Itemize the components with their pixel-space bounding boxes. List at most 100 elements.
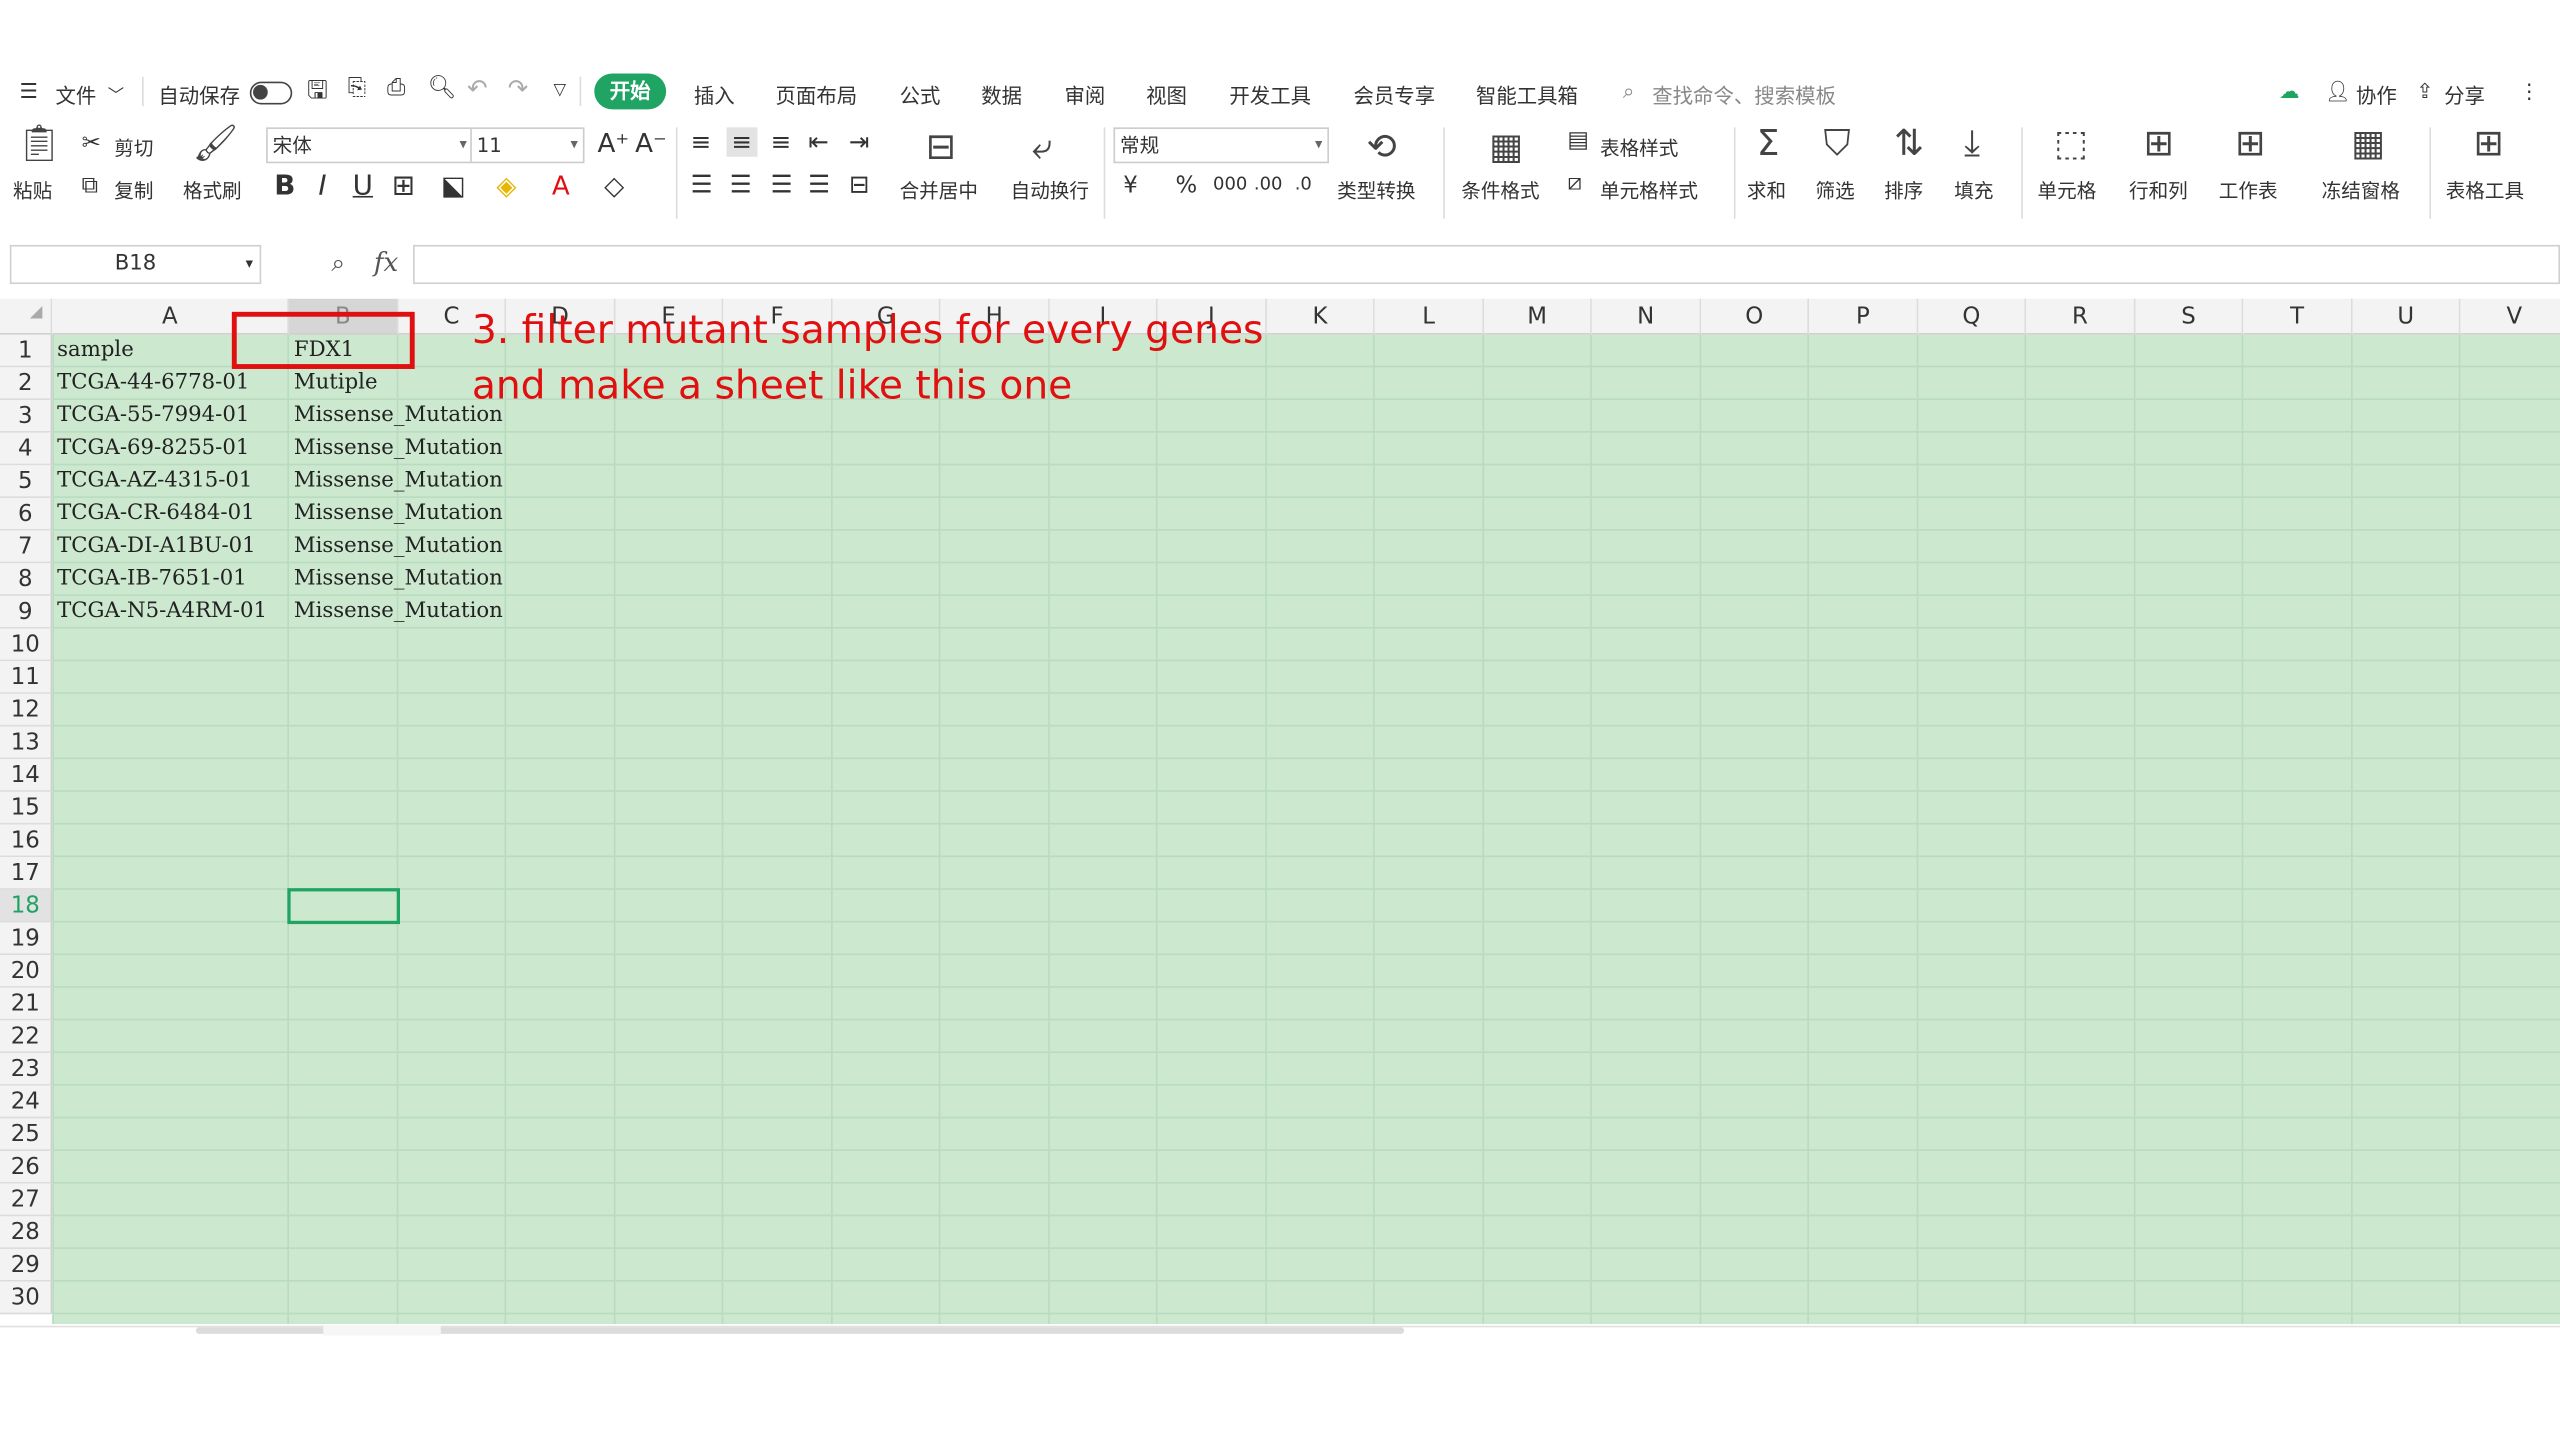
format-painter-icon[interactable]: 🖌︎ xyxy=(193,124,239,165)
row-header[interactable]: 1 xyxy=(0,334,53,368)
select-all-corner[interactable]: ◢ xyxy=(0,298,53,335)
table-style-button[interactable]: 表格样式 xyxy=(1600,134,1678,162)
row-header[interactable]: 8 xyxy=(0,563,53,596)
conditional-format-icon[interactable]: ▦ xyxy=(1489,127,1523,168)
convert-icon[interactable]: ⟲ xyxy=(1367,127,1397,168)
tab-home[interactable]: 开始 xyxy=(594,73,667,110)
table-cell[interactable]: TCGA-IB-7651-01 xyxy=(57,563,247,596)
decrease-decimal-icon[interactable]: .0 xyxy=(1295,173,1312,194)
align-center-icon[interactable]: ☰ xyxy=(730,170,752,199)
align-left-icon[interactable]: ☰ xyxy=(691,170,713,199)
collab-icon[interactable]: 👤︎ xyxy=(2325,78,2351,104)
table-cell[interactable]: Missense_Mutation xyxy=(294,596,503,629)
table-style-icon[interactable]: ▤ xyxy=(1567,127,1589,153)
align-right-icon[interactable]: ☰ xyxy=(771,170,793,199)
name-box[interactable]: B18 ▾ xyxy=(9,244,262,285)
tab-smart-toolbox[interactable]: 智能工具箱 xyxy=(1476,78,1578,109)
merge-icon[interactable]: ⊟ xyxy=(926,127,956,168)
thousands-icon[interactable]: 000 xyxy=(1213,173,1247,194)
cell-icon[interactable]: ⬚ xyxy=(2054,124,2088,165)
cut-button[interactable]: 剪切 xyxy=(114,134,153,162)
row-header[interactable]: 28 xyxy=(0,1216,53,1249)
more-icon[interactable]: ▽ xyxy=(553,82,566,100)
selected-cell[interactable] xyxy=(287,888,400,925)
redo-icon[interactable]: ↷ xyxy=(508,73,529,102)
clear-format-icon[interactable]: ◇ xyxy=(604,170,624,201)
chevron-down-icon[interactable]: ﹀ xyxy=(108,82,124,106)
filter-button[interactable]: 筛选 xyxy=(1816,176,1855,204)
print-preview-icon[interactable]: 🔍︎ xyxy=(428,75,457,101)
zoom-icon[interactable]: ⌕ xyxy=(331,248,345,277)
cell-area[interactable]: sample FDX1 TCGA-44-6778-01 Mutiple TCGA-55-… xyxy=(52,334,2560,1325)
row-header[interactable]: 13 xyxy=(0,726,53,760)
column-header[interactable]: L xyxy=(1374,298,1485,335)
align-middle-icon[interactable]: ≡ xyxy=(726,127,757,157)
scrollbar-thumb[interactable] xyxy=(323,1325,441,1336)
column-header[interactable]: U xyxy=(2352,298,2461,335)
formula-input[interactable] xyxy=(413,244,2560,285)
wrap-text-button[interactable]: 自动换行 xyxy=(1011,176,1089,204)
row-header[interactable]: 21 xyxy=(0,987,53,1021)
table-tools-icon[interactable]: ⊞ xyxy=(2473,124,2503,165)
table-cell[interactable]: Missense_Mutation xyxy=(294,531,503,564)
row-header[interactable]: 18 xyxy=(0,889,53,923)
justify-icon[interactable]: ☰ xyxy=(808,170,830,199)
border-icon[interactable]: ⊞ xyxy=(392,170,415,203)
currency-icon[interactable]: ¥ xyxy=(1123,173,1138,199)
tab-data[interactable]: 数据 xyxy=(981,78,1022,109)
column-header[interactable]: S xyxy=(2135,298,2244,335)
font-grow-icon[interactable]: A⁺ xyxy=(598,127,630,158)
table-cell[interactable]: TCGA-69-8255-01 xyxy=(57,433,249,466)
row-col-icon[interactable]: ⊞ xyxy=(2144,124,2174,165)
row-header[interactable]: 2 xyxy=(0,367,53,400)
row-header[interactable]: 14 xyxy=(0,759,53,792)
row-header[interactable]: 27 xyxy=(0,1183,53,1217)
font-size-select[interactable]: 11 ▾ xyxy=(470,127,585,164)
tab-review[interactable]: 审阅 xyxy=(1064,78,1105,109)
worksheet-button[interactable]: 工作表 xyxy=(2219,176,2278,204)
sum-button[interactable]: 求和 xyxy=(1747,176,1786,204)
table-cell[interactable]: TCGA-CR-6484-01 xyxy=(57,498,254,531)
column-header[interactable]: N xyxy=(1591,298,1702,335)
table-cell[interactable]: TCGA-55-7994-01 xyxy=(57,400,249,433)
undo-icon[interactable]: ↶ xyxy=(467,73,488,102)
table-cell[interactable]: Missense_Mutation xyxy=(294,465,503,498)
table-cell[interactable]: TCGA-44-6778-01 xyxy=(57,367,249,400)
sort-icon[interactable]: ⇅ xyxy=(1894,124,1924,165)
header-cell[interactable]: sample xyxy=(57,335,134,368)
percent-icon[interactable]: % xyxy=(1176,173,1198,199)
table-tools-button[interactable]: 表格工具 xyxy=(2446,176,2524,204)
row-header[interactable]: 3 xyxy=(0,399,53,433)
row-header[interactable]: 12 xyxy=(0,693,53,727)
wrap-text-icon[interactable]: ⤶ xyxy=(1032,127,1052,168)
row-header[interactable]: 30 xyxy=(0,1281,53,1315)
bold-icon[interactable]: B xyxy=(274,170,295,203)
row-header[interactable]: 25 xyxy=(0,1118,53,1152)
column-header[interactable]: R xyxy=(2026,298,2136,335)
row-header[interactable]: 9 xyxy=(0,595,53,629)
table-cell[interactable]: Missense_Mutation xyxy=(294,498,503,531)
worksheet-icon[interactable]: ⊞ xyxy=(2235,124,2265,165)
search-icon[interactable]: ⌕ xyxy=(1623,78,1634,104)
scissors-icon[interactable]: ✂ xyxy=(82,131,101,157)
cell-style-icon[interactable]: ⧄ xyxy=(1567,170,1582,196)
file-menu[interactable]: 文件 xyxy=(56,78,97,109)
freeze-button[interactable]: 冻结窗格 xyxy=(2322,176,2400,204)
row-header[interactable]: 17 xyxy=(0,857,53,890)
sort-button[interactable]: 排序 xyxy=(1884,176,1923,204)
table-cell[interactable]: Mutiple xyxy=(294,367,378,400)
autosave-toggle[interactable] xyxy=(249,81,293,105)
cond-format-button[interactable]: 条件格式 xyxy=(1461,176,1539,204)
type-convert-button[interactable]: 类型转换 xyxy=(1337,176,1415,204)
copy-button[interactable]: 复制 xyxy=(114,176,153,204)
export-icon[interactable]: ⎘ xyxy=(348,75,366,101)
save-icon[interactable]: 🖫 xyxy=(307,73,328,114)
column-header[interactable]: M xyxy=(1484,298,1592,335)
filter-icon[interactable]: ⛉ xyxy=(1824,124,1851,165)
row-col-button[interactable]: 行和列 xyxy=(2129,176,2188,204)
row-header[interactable]: 7 xyxy=(0,530,53,564)
row-header[interactable]: 22 xyxy=(0,1020,53,1054)
distribute-icon[interactable]: ⊟ xyxy=(849,170,870,199)
fill-style-icon[interactable]: ⬕ xyxy=(441,170,466,201)
tab-formulas[interactable]: 公式 xyxy=(900,78,941,109)
